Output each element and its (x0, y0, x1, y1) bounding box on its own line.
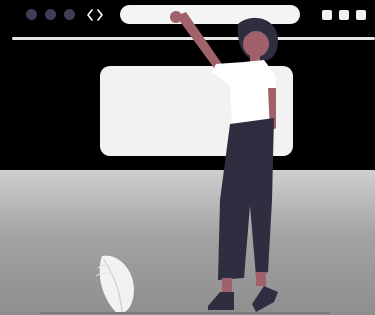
forward-arrow-icon[interactable] (97, 9, 103, 21)
window-controls (322, 10, 366, 20)
left-shoe (208, 292, 234, 310)
hand (170, 11, 182, 23)
window-control-icon[interactable] (356, 10, 366, 20)
back-arrow-icon[interactable] (87, 9, 93, 21)
person-illustration (170, 11, 278, 312)
illustration-stage (0, 0, 375, 315)
window-dot-icon[interactable] (26, 9, 37, 20)
window-control-icon[interactable] (322, 10, 332, 20)
leaf-plant-icon (95, 255, 134, 314)
window-dots (26, 9, 75, 20)
right-shoe (252, 286, 278, 312)
window-dot-icon[interactable] (45, 9, 56, 20)
nav-arrows (87, 9, 103, 21)
window-dot-icon[interactable] (64, 9, 75, 20)
window-control-icon[interactable] (339, 10, 349, 20)
shirt (212, 60, 276, 126)
raised-arm (176, 12, 222, 68)
pants (218, 118, 274, 280)
